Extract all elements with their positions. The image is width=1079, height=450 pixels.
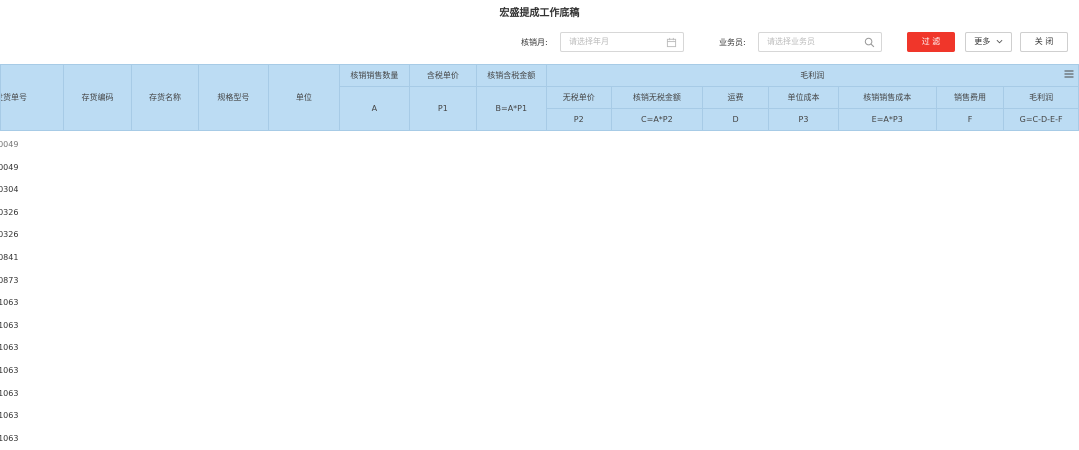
table-row[interactable]: 00326 — [0, 224, 1079, 247]
col-notax-amount[interactable]: 核销无税金额 — [610, 86, 703, 109]
grid-header-table: 发货单号 存货编码 存货名称 规格型号 单位 核销销售数量 含税单价 核销含税金… — [0, 64, 1079, 131]
formula-freight: D — [701, 108, 770, 131]
doc-no-cell: 01063 — [0, 298, 19, 308]
doc-no-cell: 00326 — [0, 230, 19, 240]
salesman-placeholder: 请选择业务员 — [767, 37, 815, 46]
col-tax-amount[interactable]: 核销含税金额 — [476, 64, 547, 87]
filter-button[interactable]: 过 滤 — [907, 32, 955, 52]
table-row[interactable]: 00304 — [0, 179, 1079, 202]
col-tax-price[interactable]: 含税单价 — [408, 64, 478, 87]
close-button[interactable]: 关 闭 — [1020, 32, 1068, 52]
formula-unit-cost: P3 — [768, 108, 839, 131]
filter-bar: 核销月: 请选择年月 业务员: 请选择业务员 过 滤 更多 关 闭 — [0, 30, 1079, 56]
data-grid-header: 发货单号 存货编码 存货名称 规格型号 单位 核销销售数量 含税单价 核销含税金… — [0, 64, 1079, 132]
formula-sales-cost: E=A*P3 — [837, 108, 937, 131]
col-sales-expense[interactable]: 销售费用 — [935, 86, 1005, 109]
col-freight[interactable]: 运费 — [701, 86, 770, 109]
col-gross-profit[interactable]: 毛利润 — [1003, 86, 1079, 109]
col-unit[interactable]: 单位 — [267, 64, 341, 131]
doc-no-cell: 01063 — [0, 411, 19, 421]
table-row[interactable]: 00873 — [0, 270, 1079, 293]
doc-no-cell: 01063 — [0, 320, 19, 330]
formula-notax-price: P2 — [545, 108, 612, 131]
col-sales-cost[interactable]: 核销销售成本 — [837, 86, 937, 109]
col-item-name[interactable]: 存货名称 — [130, 64, 200, 131]
calendar-icon — [666, 37, 677, 48]
col-unit-cost[interactable]: 单位成本 — [768, 86, 839, 109]
doc-no-cell: 00049 — [0, 140, 19, 149]
doc-no-cell: 00304 — [0, 185, 19, 195]
table-row[interactable]: 00049 — [0, 134, 1079, 157]
doc-no-cell: 01063 — [0, 343, 19, 353]
table-row[interactable]: 01063 — [0, 315, 1079, 338]
col-spec[interactable]: 规格型号 — [198, 64, 269, 131]
month-placeholder: 请选择年月 — [569, 37, 609, 46]
table-row[interactable]: 01063 — [0, 428, 1079, 450]
formula-notax-amount: C=A*P2 — [610, 108, 703, 131]
col-qty[interactable]: 核销销售数量 — [339, 64, 410, 87]
doc-no-cell: 01063 — [0, 365, 19, 375]
formula-gross-profit: G=C-D-E-F — [1003, 108, 1079, 131]
doc-no-cell: 00049 — [0, 162, 19, 172]
formula-sales-expense: F — [935, 108, 1005, 131]
table-row[interactable]: 01063 — [0, 383, 1079, 406]
menu-icon[interactable] — [1063, 68, 1075, 80]
chevron-down-icon — [996, 39, 1003, 44]
formula-tax-amount: B=A*P1 — [476, 86, 547, 131]
salesman-input[interactable]: 请选择业务员 — [758, 32, 882, 52]
formula-tax-price: P1 — [408, 86, 478, 131]
doc-no-cell: 00326 — [0, 207, 19, 217]
doc-no-cell: 00841 — [0, 252, 19, 262]
formula-qty: A — [339, 86, 410, 131]
month-label: 核销月: — [521, 38, 548, 47]
salesman-label: 业务员: — [719, 38, 746, 47]
more-label: 更多 — [974, 37, 991, 46]
table-row[interactable]: 00841 — [0, 247, 1079, 270]
data-grid-body: 00049 00049 00304 00326 00326 00841 00873 01063… — [0, 134, 1079, 450]
table-row[interactable]: 01063 — [0, 337, 1079, 360]
more-button[interactable]: 更多 — [965, 32, 1012, 52]
page-title: 宏盛提成工作底稿 — [499, 8, 580, 19]
col-item-code[interactable]: 存货编码 — [63, 64, 132, 131]
doc-no-cell: 01063 — [0, 388, 19, 398]
search-icon[interactable] — [864, 37, 875, 48]
col-notax-price[interactable]: 无税单价 — [545, 86, 612, 109]
month-input[interactable]: 请选择年月 — [560, 32, 684, 52]
table-row[interactable]: 00049 — [0, 157, 1079, 180]
col-doc-no[interactable]: 发货单号 — [0, 64, 65, 131]
table-row[interactable]: 01063 — [0, 405, 1079, 428]
table-row[interactable]: 01063 — [0, 360, 1079, 383]
doc-no-cell: 00873 — [0, 275, 19, 285]
doc-no-cell: 01063 — [0, 433, 19, 443]
table-row[interactable]: 01063 — [0, 292, 1079, 315]
table-row[interactable]: 00326 — [0, 202, 1079, 225]
col-group-gross-profit: 毛利润 — [545, 64, 1079, 87]
